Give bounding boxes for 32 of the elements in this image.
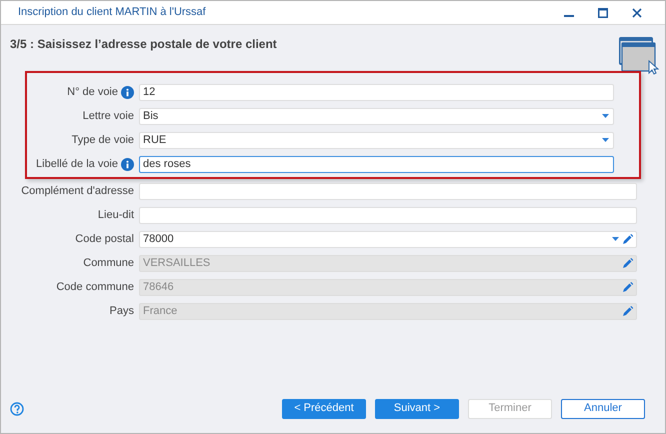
field-label: Code postal	[75, 232, 134, 247]
caret-icon[interactable]	[612, 237, 619, 241]
dropdown-field[interactable]: 78000	[139, 230, 637, 248]
input-field[interactable]	[139, 206, 637, 224]
close-icon[interactable]	[632, 8, 642, 18]
field-label: Code commune	[56, 280, 134, 295]
field-label: Lettre voie	[82, 108, 134, 124]
field-label: Type de voie	[72, 132, 134, 148]
caret-icon[interactable]	[602, 114, 609, 118]
field-label: Commune	[83, 256, 134, 271]
field-label: Lieu-dit	[98, 208, 134, 223]
window-title: Inscription du client MARTIN à l'Urssaf	[17, 5, 207, 20]
wizard-button[interactable]: < Précédent	[282, 398, 366, 418]
field-label: Complément d'adresse	[21, 184, 134, 199]
dropdown-field[interactable]: Bis	[139, 108, 614, 124]
maximize-icon[interactable]	[598, 8, 608, 18]
input-field[interactable]: des roses	[139, 156, 614, 172]
field-label: Pays	[110, 304, 134, 319]
info-icon[interactable]	[121, 158, 134, 170]
caret-icon[interactable]	[602, 138, 609, 142]
info-icon[interactable]	[121, 86, 134, 98]
field-label: Libellé de la voie	[36, 156, 118, 172]
step-title: 3/5 : Saisissez l’adresse postale de votre client	[10, 36, 277, 53]
help-icon[interactable]	[10, 402, 24, 416]
windows-icon	[617, 35, 659, 75]
wizard-button[interactable]: Suivant >	[375, 398, 459, 418]
input-field[interactable]	[139, 182, 637, 200]
field-label: N° de voie	[67, 84, 118, 100]
dropdown-field[interactable]: RUE	[139, 132, 614, 148]
wizard-button[interactable]: Annuler	[561, 398, 645, 418]
pencil-icon[interactable]	[623, 234, 633, 244]
input-field[interactable]: 12	[139, 84, 614, 100]
